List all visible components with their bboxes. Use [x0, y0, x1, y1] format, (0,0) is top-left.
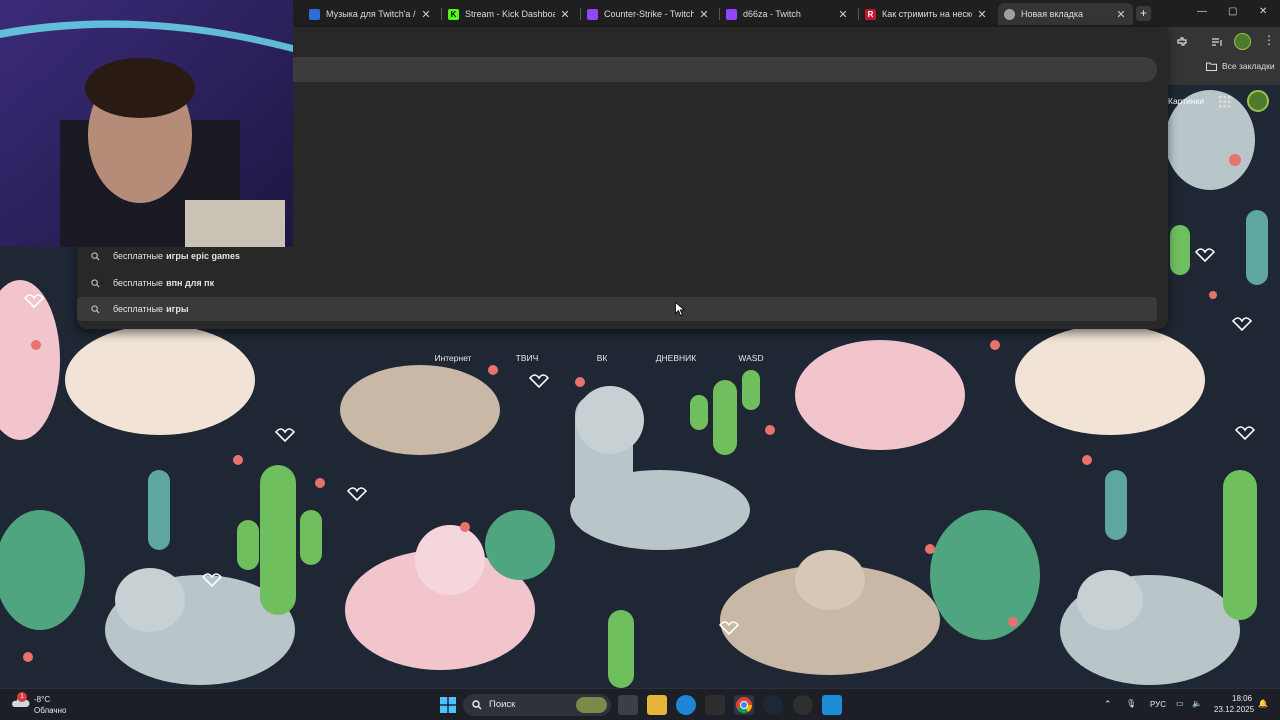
new-tab-button[interactable]: + — [1136, 6, 1151, 21]
kick-icon: K — [448, 8, 459, 20]
steam-icon[interactable] — [763, 695, 783, 715]
twitch-icon — [726, 8, 737, 20]
file-explorer-icon[interactable] — [647, 695, 667, 715]
close-icon[interactable]: ✕ — [837, 8, 849, 21]
notification-bell-icon[interactable]: 🔔 — [1258, 699, 1268, 708]
tab-title: Музыка для Twitch'a / бе — [326, 9, 416, 19]
suggestion-prefix: бесплатные — [113, 304, 164, 314]
images-link[interactable]: Картинки — [1168, 96, 1204, 106]
ntp-profile-avatar[interactable] — [1247, 90, 1269, 112]
restream-icon: R — [865, 8, 876, 20]
weather-badge: 1 — [17, 692, 27, 702]
obs-icon[interactable] — [793, 695, 813, 715]
chrome-taskbar-icon[interactable] — [734, 695, 754, 715]
microphone-icon[interactable]: 🎙 — [1126, 699, 1136, 708]
all-bookmarks-button[interactable]: Все закладки — [1206, 61, 1275, 71]
clock-date[interactable]: 23.12.2025 — [1214, 705, 1254, 714]
suggestion-row-highlighted[interactable]: бесплатные игры — [77, 297, 1157, 321]
maximize-button[interactable]: ▢ — [1228, 6, 1237, 17]
tab-new-tab[interactable]: Новая вкладка ✕ — [998, 3, 1133, 25]
clock-time[interactable]: 18:06 — [1232, 694, 1252, 703]
search-icon — [472, 700, 482, 710]
tab-title: d66za - Twitch — [743, 9, 801, 19]
taskbar: 1 -8°C Облачно Поиск ⌃ 🎙 РУС ▭ 🔈 18:06 2… — [0, 688, 1280, 720]
tab-kick-dashboard[interactable]: K Stream - Kick Dashboard ✕ — [442, 3, 577, 25]
tab-title: Stream - Kick Dashboard — [465, 9, 555, 19]
close-icon[interactable]: ✕ — [698, 8, 710, 21]
extensions-icon[interactable] — [1176, 36, 1188, 48]
suggestion-row[interactable]: бесплатные игры epic games — [77, 244, 1157, 268]
suggestion-completion: впн для пк — [166, 278, 215, 288]
mouse-cursor-icon — [675, 302, 685, 316]
close-icon[interactable]: ✕ — [1115, 8, 1127, 21]
close-icon[interactable]: ✕ — [559, 8, 571, 21]
suggestion-completion: игры epic games — [166, 251, 241, 261]
tab-twitch-cs[interactable]: Counter-Strike - Twitch ✕ — [581, 3, 716, 25]
windows-start-icon[interactable] — [440, 697, 456, 713]
shortcut-wasd[interactable]: WASD — [721, 353, 781, 363]
menu-dots-icon[interactable]: ⋮ — [1263, 33, 1275, 47]
apps-grid-icon[interactable] — [1219, 96, 1231, 108]
weather-desc[interactable]: Облачно — [34, 706, 66, 715]
tab-music[interactable]: Музыка для Twitch'a / бе ✕ — [303, 3, 438, 25]
taskbar-search[interactable]: Поиск — [463, 694, 611, 716]
tab-title: Counter-Strike - Twitch — [604, 9, 694, 19]
network-icon[interactable]: ▭ — [1176, 699, 1184, 708]
language-indicator[interactable]: РУС — [1150, 700, 1166, 709]
tab-title: Как стримить на неско — [882, 9, 972, 19]
app-f-icon[interactable] — [822, 695, 842, 715]
search-icon — [91, 251, 100, 261]
shortcut-vk[interactable]: ВК — [572, 353, 632, 363]
shortcut-internet[interactable]: Интернет — [423, 353, 483, 363]
task-view-icon[interactable] — [618, 695, 638, 715]
chrome-icon — [736, 697, 753, 714]
minimize-button[interactable]: — — [1197, 6, 1207, 17]
tab-favicon — [309, 8, 320, 20]
close-icon[interactable]: ✕ — [976, 8, 988, 21]
media-control-icon[interactable] — [1211, 36, 1223, 48]
weather-temp[interactable]: -8°C — [34, 695, 50, 704]
tab-twitch-d66za[interactable]: d66za - Twitch ✕ — [720, 3, 855, 25]
chrome-icon — [1004, 8, 1015, 20]
tab-strip: Музыка для Twitch'a / бе ✕ K Stream - Ki… — [293, 0, 1280, 27]
suggestion-row[interactable]: бесплатные впн для пк — [77, 271, 1157, 295]
suggestion-prefix: бесплатные — [113, 251, 164, 261]
shortcut-twitch[interactable]: ТВИЧ — [497, 353, 557, 363]
profile-avatar[interactable] — [1234, 33, 1251, 50]
search-label: Поиск — [489, 699, 516, 710]
tab-title: Новая вкладка — [1021, 9, 1084, 19]
suggestion-completion: игры — [166, 304, 189, 314]
webcam-overlay — [0, 0, 293, 247]
search-highlight-image — [576, 697, 607, 713]
close-icon[interactable]: ✕ — [420, 8, 432, 21]
search-icon — [91, 278, 100, 288]
search-icon — [91, 304, 100, 314]
chevron-up-icon[interactable]: ⌃ — [1104, 699, 1112, 710]
twitch-icon — [587, 8, 598, 20]
edge-icon[interactable] — [676, 695, 696, 715]
tab-how-to-stream[interactable]: R Как стримить на неско ✕ — [859, 3, 994, 25]
folder-icon — [1206, 62, 1217, 71]
suggestion-prefix: бесплатные — [113, 278, 164, 288]
bookmarks-bar: Все закладки — [1168, 56, 1280, 78]
all-bookmarks-label: Все закладки — [1222, 61, 1275, 71]
shortcut-diary[interactable]: ДНЕВНИК — [646, 353, 706, 363]
close-window-button[interactable]: ✕ — [1259, 6, 1267, 17]
store-icon[interactable] — [705, 695, 725, 715]
volume-icon[interactable]: 🔈 — [1192, 699, 1202, 708]
screen: Музыка для Twitch'a / бе ✕ K Stream - Ki… — [0, 0, 1280, 720]
